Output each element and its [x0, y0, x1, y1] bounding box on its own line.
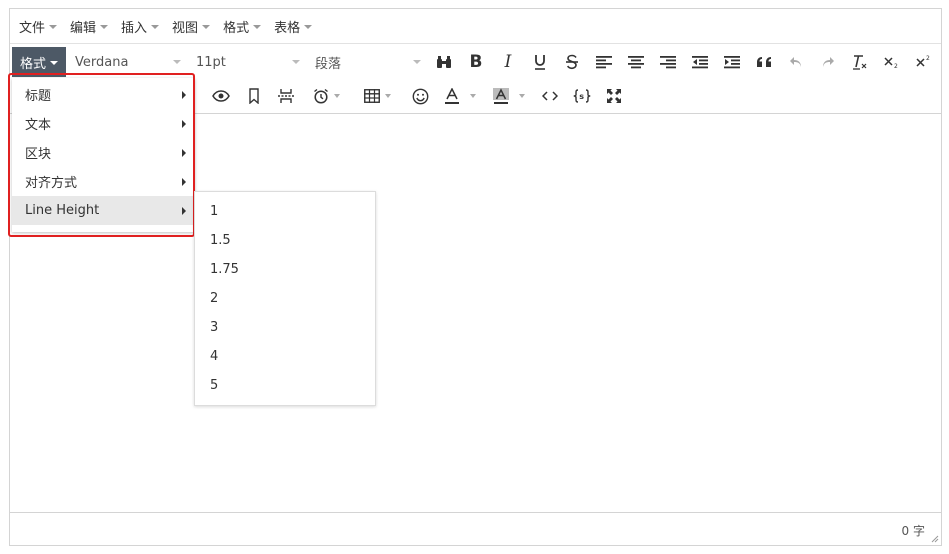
chevron-down-icon	[173, 60, 181, 64]
undo-icon[interactable]	[782, 48, 810, 76]
menu-file[interactable]: 文件	[12, 9, 63, 44]
page-break-icon[interactable]	[272, 82, 300, 110]
chevron-down-icon	[384, 94, 391, 98]
font-size-select[interactable]: 11pt	[188, 47, 306, 77]
text-color-icon[interactable]	[438, 82, 482, 110]
redo-icon[interactable]	[814, 48, 842, 76]
line-height-option[interactable]: 2	[195, 284, 375, 313]
chevron-right-icon	[182, 178, 186, 186]
menu-edit-label: 编辑	[70, 20, 97, 36]
chevron-right-icon	[182, 120, 186, 128]
strikethrough-icon[interactable]	[558, 48, 586, 76]
italic-icon[interactable]: I	[494, 48, 522, 76]
line-height-option[interactable]: 4	[195, 342, 375, 371]
line-height-option[interactable]: 1.5	[195, 226, 375, 255]
svg-text:s: s	[579, 92, 584, 101]
chevron-down-icon	[292, 60, 300, 64]
chevron-down-icon	[470, 94, 476, 98]
chevron-down-icon	[253, 25, 262, 29]
chevron-right-icon	[182, 207, 186, 215]
font-family-value: Verdana	[75, 54, 129, 70]
menu-table-label: 表格	[274, 20, 301, 36]
clear-formatting-icon[interactable]	[846, 48, 874, 76]
menu-file-label: 文件	[19, 20, 46, 36]
svg-text:2: 2	[926, 55, 930, 62]
line-height-option[interactable]: 1	[195, 197, 375, 226]
chevron-down-icon	[333, 94, 340, 98]
block-format-select[interactable]: 段落	[307, 47, 427, 77]
find-replace-icon[interactable]	[430, 48, 458, 76]
menu-format[interactable]: 格式	[216, 9, 267, 44]
format-menu-item-line-height[interactable]: Line Height	[12, 196, 195, 225]
format-dropdown-button[interactable]: 格式	[12, 47, 66, 77]
insert-datetime-icon[interactable]	[304, 82, 348, 110]
chevron-down-icon	[304, 25, 313, 29]
menu-format-label: 格式	[223, 20, 250, 36]
align-left-icon[interactable]	[590, 48, 618, 76]
format-menu-item-label: 区块	[25, 147, 52, 162]
font-size-value: 11pt	[196, 54, 226, 70]
format-menu-item-heading[interactable]: 标题	[12, 80, 195, 109]
chevron-right-icon	[182, 149, 186, 157]
word-count: 0 字	[901, 524, 925, 538]
chevron-down-icon	[202, 25, 211, 29]
menu-view[interactable]: 视图	[165, 9, 216, 44]
menu-view-label: 视图	[172, 20, 199, 36]
menu-edit[interactable]: 编辑	[63, 9, 114, 44]
chevron-down-icon	[49, 25, 58, 29]
outdent-icon[interactable]	[686, 48, 714, 76]
background-color-icon[interactable]	[487, 82, 531, 110]
menu-table[interactable]: 表格	[267, 9, 318, 44]
bold-icon[interactable]: B	[462, 48, 490, 76]
fullscreen-icon[interactable]	[600, 82, 628, 110]
svg-text:2: 2	[894, 63, 898, 69]
blockquote-icon[interactable]	[750, 48, 778, 76]
align-center-icon[interactable]	[622, 48, 650, 76]
line-height-submenu: 1 1.5 1.75 2 3 4 5	[194, 191, 376, 406]
line-height-option[interactable]: 3	[195, 313, 375, 342]
format-menu-item-text[interactable]: 文本	[12, 109, 195, 138]
format-menu-item-alignment[interactable]: 对齐方式	[12, 167, 195, 196]
format-menu-item-label: Line Height	[25, 203, 100, 218]
code-sample-icon[interactable]: s	[568, 82, 596, 110]
emoticons-icon[interactable]	[406, 82, 434, 110]
menubar: 文件 编辑 插入 视图 格式 表格	[10, 9, 941, 44]
toolbar-row-1: 格式 Verdana 11pt 段落 B I 2 2	[10, 45, 941, 79]
chevron-down-icon	[50, 61, 58, 65]
block-format-value: 段落	[315, 56, 342, 72]
line-height-option[interactable]: 5	[195, 371, 375, 400]
bookmark-icon[interactable]	[240, 82, 268, 110]
preview-icon[interactable]	[207, 82, 235, 110]
chevron-down-icon	[151, 25, 160, 29]
format-menu-item-label: 文本	[25, 118, 52, 133]
subscript-icon[interactable]: 2	[878, 48, 906, 76]
chevron-down-icon	[519, 94, 525, 98]
line-height-option[interactable]: 1.75	[195, 255, 375, 284]
menu-insert[interactable]: 插入	[114, 9, 165, 44]
chevron-right-icon	[182, 91, 186, 99]
format-menu-item-label: 对齐方式	[25, 176, 78, 191]
chevron-down-icon	[100, 25, 109, 29]
indent-icon[interactable]	[718, 48, 746, 76]
source-code-icon[interactable]	[536, 82, 564, 110]
chevron-down-icon	[413, 60, 421, 64]
superscript-icon[interactable]: 2	[910, 48, 938, 76]
menu-insert-label: 插入	[121, 20, 148, 36]
format-dropdown-label: 格式	[19, 56, 46, 72]
statusbar: 0 字	[10, 512, 941, 545]
format-menu-item-label: 标题	[25, 89, 52, 104]
font-family-select[interactable]: Verdana	[67, 47, 187, 77]
align-right-icon[interactable]	[654, 48, 682, 76]
format-menu-item-block[interactable]: 区块	[12, 138, 195, 167]
underline-icon[interactable]	[526, 48, 554, 76]
format-dropdown-menu: 标题 文本 区块 对齐方式 Line Height	[12, 78, 195, 232]
resize-handle-icon[interactable]	[929, 533, 939, 543]
table-icon[interactable]	[357, 82, 397, 110]
